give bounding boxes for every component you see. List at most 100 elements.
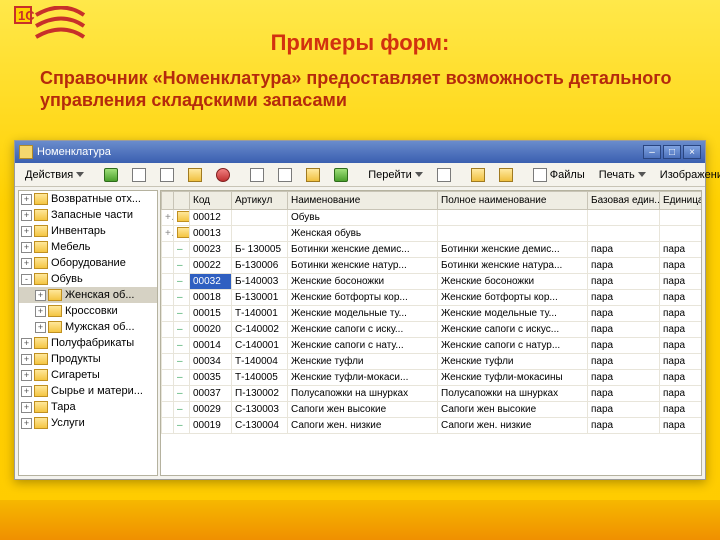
cell-base: пара xyxy=(588,274,660,290)
cell-code: 00018 xyxy=(190,290,232,306)
table-row[interactable]: –00014С-140001Женские сапоги с нату...Же… xyxy=(162,338,703,354)
tree-item[interactable]: -Обувь xyxy=(19,271,157,287)
col-unit[interactable]: Единица хра... xyxy=(660,192,703,210)
files-button[interactable]: Файлы xyxy=(527,166,591,184)
cell-base: пара xyxy=(588,258,660,274)
tree-item[interactable]: +Женская об... xyxy=(19,287,157,303)
extra1-button[interactable] xyxy=(465,166,491,184)
expand-icon[interactable]: + xyxy=(35,290,46,301)
minimize-button[interactable]: – xyxy=(643,145,661,159)
copy-button[interactable] xyxy=(154,166,180,184)
cell-unit: пара xyxy=(660,306,703,322)
table-row[interactable]: –00020С-140002Женские сапоги с иску...Же… xyxy=(162,322,703,338)
cell-base: пара xyxy=(588,354,660,370)
expand-icon[interactable]: + xyxy=(35,306,46,317)
tree-item[interactable]: +Оборудование xyxy=(19,255,157,271)
tree-item[interactable]: +Услуги xyxy=(19,415,157,431)
expand-icon[interactable]: - xyxy=(21,274,32,285)
table-row[interactable]: –00018Б-130001Женские ботфорты кор...Жен… xyxy=(162,290,703,306)
flat-button[interactable] xyxy=(272,166,298,184)
cell-unit: пара xyxy=(660,242,703,258)
tree-item[interactable]: +Мебель xyxy=(19,239,157,255)
image-button[interactable]: Изображение xyxy=(654,166,720,184)
cell-name: Женские модельные ту... xyxy=(288,306,438,322)
cell-full: Полусапожки на шнурках xyxy=(438,386,588,402)
expand-icon[interactable]: + xyxy=(21,386,32,397)
expand-icon[interactable]: + xyxy=(21,354,32,365)
col-base[interactable]: Базовая един... xyxy=(588,192,660,210)
tree-item[interactable]: +Кроссовки xyxy=(19,303,157,319)
cell-name: Ботинки женские демис... xyxy=(288,242,438,258)
item-icon: – xyxy=(177,324,183,335)
table-row[interactable]: –00023Б- 130005Ботинки женские демис...Б… xyxy=(162,242,703,258)
expand-icon[interactable]: + xyxy=(21,242,32,253)
actions-menu[interactable]: Действия xyxy=(19,166,90,184)
expand-icon[interactable]: + xyxy=(21,258,32,269)
col-code[interactable]: Код xyxy=(190,192,232,210)
tree-item[interactable]: +Тара xyxy=(19,399,157,415)
expand-icon[interactable]: + xyxy=(21,338,32,349)
table-row[interactable]: –00034Т-140004Женские туфлиЖенские туфли… xyxy=(162,354,703,370)
table-row[interactable]: –00032Б-140003Женские босоножкиЖенские б… xyxy=(162,274,703,290)
tree-item[interactable]: +Продукты xyxy=(19,351,157,367)
tree-item[interactable]: +Сырье и матери... xyxy=(19,383,157,399)
tree-item[interactable]: +Запасные части xyxy=(19,207,157,223)
table-row[interactable]: –00029С-130003Сапоги жен высокиеСапоги ж… xyxy=(162,402,703,418)
close-button[interactable]: × xyxy=(683,145,701,159)
expand-icon[interactable]: + xyxy=(21,370,32,381)
col-article[interactable]: Артикул xyxy=(232,192,288,210)
tree-item[interactable]: +Сигареты xyxy=(19,367,157,383)
expand-icon[interactable]: + xyxy=(21,226,32,237)
cell-full: Женские ботфорты кор... xyxy=(438,290,588,306)
folder-icon xyxy=(34,241,48,253)
expand-icon[interactable]: + xyxy=(35,322,46,333)
window-title: Номенклатура xyxy=(37,146,111,158)
col-full[interactable]: Полное наименование xyxy=(438,192,588,210)
extra2-button[interactable] xyxy=(493,166,519,184)
chevron-down-icon xyxy=(76,172,84,177)
item-icon: – xyxy=(177,420,183,431)
maximize-button[interactable]: □ xyxy=(663,145,681,159)
add-button[interactable] xyxy=(98,166,124,184)
filter-icon xyxy=(499,168,513,182)
expand-icon[interactable]: + xyxy=(21,418,32,429)
table-row[interactable]: –00022Б-130006Ботинки женские натур...Бо… xyxy=(162,258,703,274)
expand-icon[interactable]: + xyxy=(21,402,32,413)
folder-icon xyxy=(34,193,48,205)
tree-item[interactable]: +Инвентарь xyxy=(19,223,157,239)
cell-base: пара xyxy=(588,338,660,354)
table-row[interactable]: +00013Женская обувь xyxy=(162,226,703,242)
cell-article: С-130003 xyxy=(232,402,288,418)
item-icon: – xyxy=(177,388,183,399)
hier-button[interactable] xyxy=(244,166,270,184)
table-row[interactable]: –00019С-130004Сапоги жен. низкиеСапоги ж… xyxy=(162,418,703,434)
item-icon: – xyxy=(177,292,183,303)
tree-item[interactable]: +Возвратные отх... xyxy=(19,191,157,207)
cell-name: Женские сапоги с иску... xyxy=(288,322,438,338)
plus-icon xyxy=(104,168,118,182)
window-icon xyxy=(19,145,33,159)
help-button[interactable] xyxy=(431,166,457,184)
table-row[interactable]: –00035Т-140005Женские туфли-мокаси...Жен… xyxy=(162,370,703,386)
cell-unit xyxy=(660,210,703,226)
table-row[interactable]: +00012Обувь xyxy=(162,210,703,226)
table-row[interactable]: –00037П-130002Полусапожки на шнуркахПолу… xyxy=(162,386,703,402)
col-name[interactable]: Наименование xyxy=(288,192,438,210)
table-row[interactable]: –00015Т-140001Женские модельные ту...Жен… xyxy=(162,306,703,322)
expand-icon[interactable]: + xyxy=(21,210,32,221)
cell-code: 00035 xyxy=(190,370,232,386)
find-button[interactable] xyxy=(300,166,326,184)
cell-article: С-140002 xyxy=(232,322,288,338)
folder-icon xyxy=(34,353,48,365)
tree-item[interactable]: +Полуфабрикаты xyxy=(19,335,157,351)
refresh-button[interactable] xyxy=(328,166,354,184)
tree-panel: +Возвратные отх...+Запасные части+Инвент… xyxy=(18,190,158,476)
edit-button[interactable] xyxy=(182,166,208,184)
delete-button[interactable] xyxy=(210,166,236,184)
add-group-button[interactable] xyxy=(126,166,152,184)
expand-icon[interactable]: + xyxy=(21,194,32,205)
goto-menu[interactable]: Перейти xyxy=(362,166,429,184)
tree-item[interactable]: +Мужская об... xyxy=(19,319,157,335)
print-menu[interactable]: Печать xyxy=(593,166,652,184)
folder-icon xyxy=(177,227,190,238)
